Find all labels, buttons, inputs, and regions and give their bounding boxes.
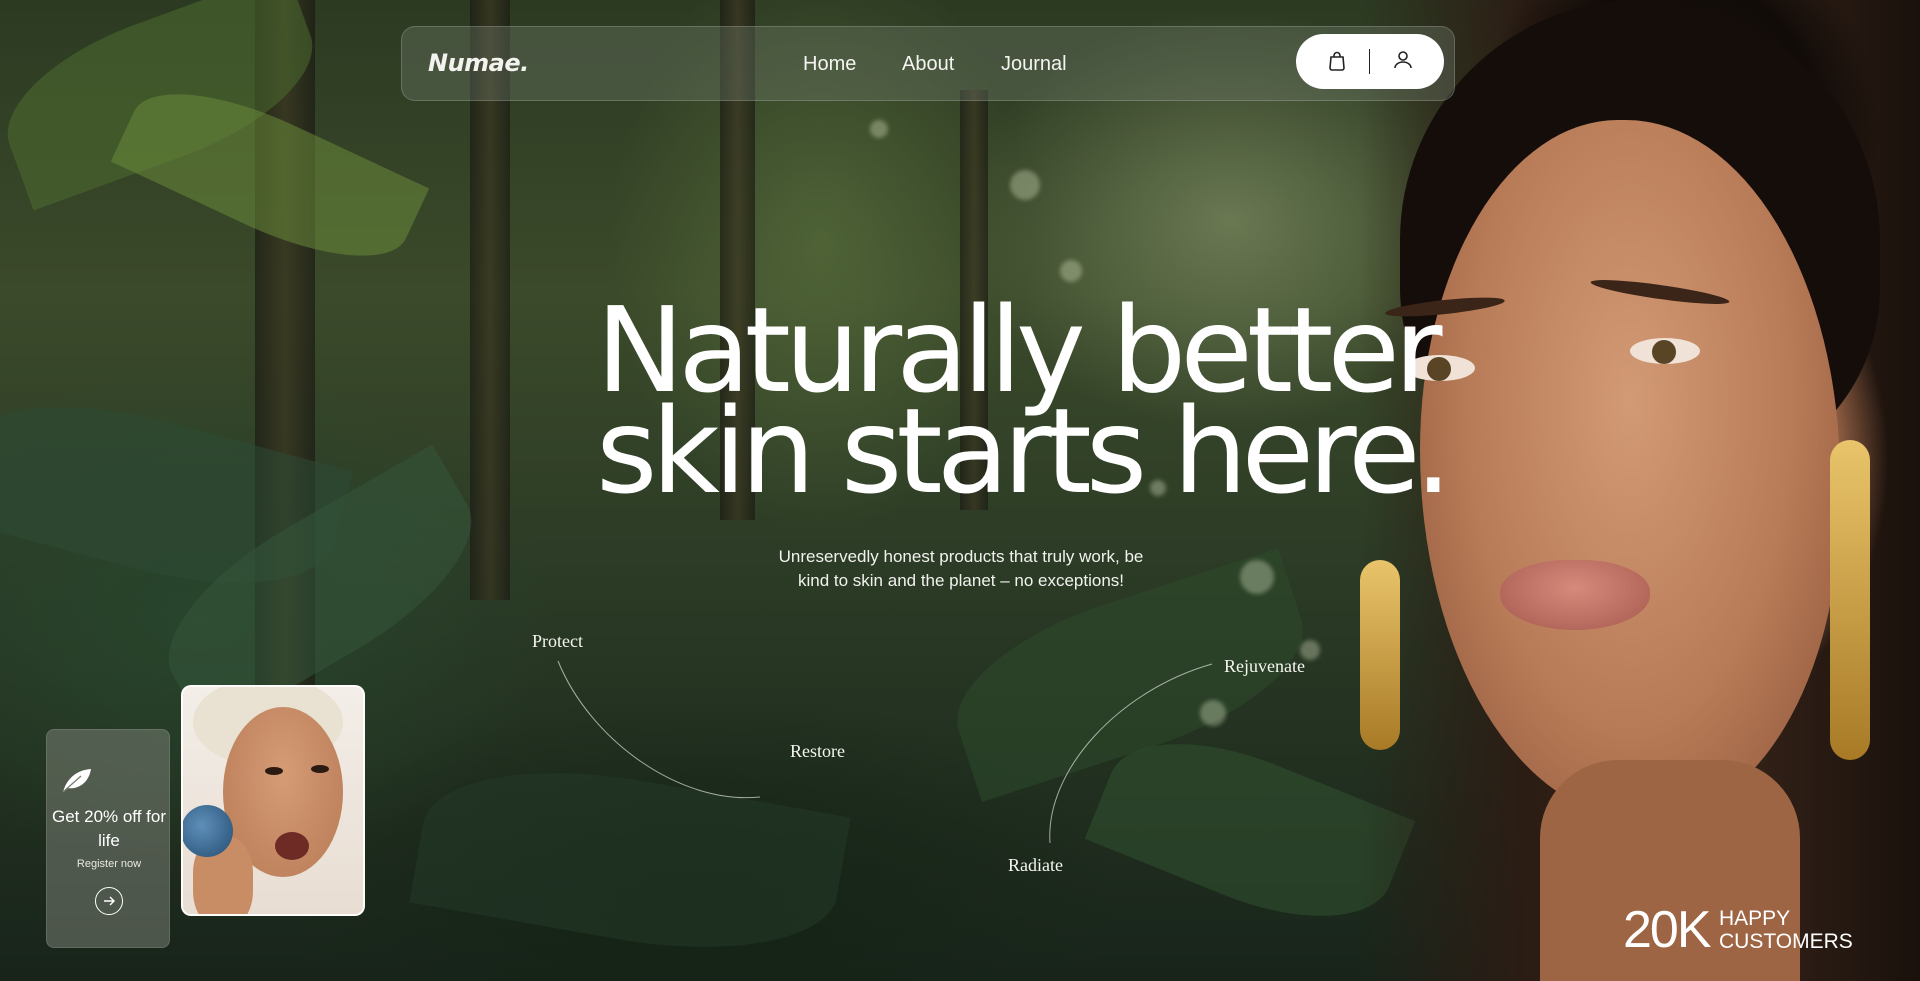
nav-link-home[interactable]: Home: [803, 53, 856, 76]
arrow-right-circle-icon[interactable]: [95, 887, 123, 915]
nav-link-about[interactable]: About: [902, 53, 954, 76]
stat-label-line-2: CUSTOMERS: [1719, 930, 1853, 953]
promo-title: Get 20% off for life: [51, 807, 167, 850]
brand-logo[interactable]: Numae.: [428, 49, 529, 77]
hero-subtitle: Unreservedly honest products that truly …: [778, 547, 1144, 590]
nav-link-journal[interactable]: Journal: [1001, 53, 1067, 76]
stat-label-line-1: HAPPY: [1719, 907, 1791, 930]
navbar: Numae. Home About Journal: [401, 26, 1455, 101]
hero-headline-line-2: skin starts here.: [596, 382, 1452, 520]
stat-label: HAPPY CUSTOMERS: [1719, 907, 1853, 953]
promo-card[interactable]: Get 20% off for life Register now: [46, 729, 170, 948]
leaf-icon: [61, 766, 93, 794]
nav-actions-pill: [1296, 34, 1444, 89]
stat-value: 20K: [1623, 901, 1712, 959]
promo-register-link[interactable]: Register now: [47, 858, 171, 870]
nav-actions-divider: [1369, 49, 1370, 74]
benefit-label-restore: Restore: [790, 741, 845, 761]
user-icon[interactable]: [1388, 46, 1418, 76]
hero-headline: Naturally better skin starts here.: [596, 291, 1452, 520]
benefit-label-rejuvenate: Rejuvenate: [1224, 656, 1305, 676]
benefit-label-protect: Protect: [532, 631, 583, 651]
benefit-label-radiate: Radiate: [1008, 855, 1063, 875]
product-application-photo: [181, 685, 365, 916]
shopping-bag-icon[interactable]: [1322, 46, 1352, 76]
